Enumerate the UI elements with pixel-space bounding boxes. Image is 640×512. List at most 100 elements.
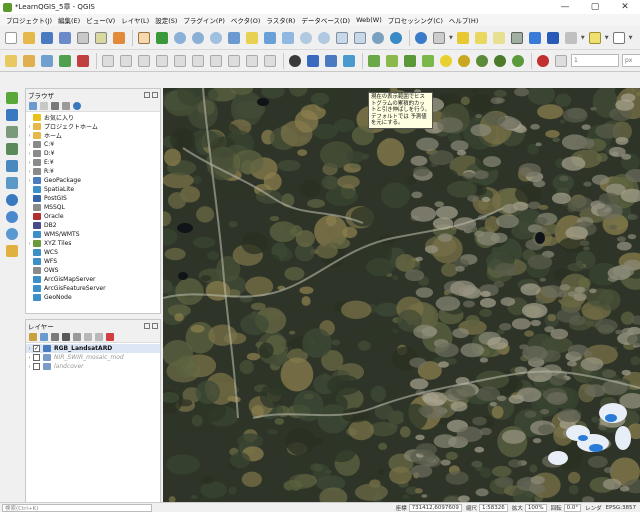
expand-arrow-icon[interactable]: › bbox=[26, 241, 33, 247]
layer-visibility-checkbox[interactable] bbox=[33, 363, 40, 370]
layout-manager-icon[interactable] bbox=[93, 30, 109, 46]
locator-search-input[interactable]: 検索(Ctrl+K) bbox=[2, 503, 152, 512]
menu-item[interactable]: ベクタ(O) bbox=[228, 15, 263, 25]
edits-icon[interactable] bbox=[3, 53, 19, 69]
render-checkbox[interactable]: レンダ bbox=[585, 504, 602, 512]
add-wcs-layer-icon[interactable] bbox=[3, 226, 21, 242]
close-button[interactable]: ✕ bbox=[610, 0, 640, 14]
browser-item[interactable]: OWS bbox=[26, 266, 160, 275]
add-group-icon[interactable] bbox=[40, 332, 48, 341]
menu-item[interactable]: ラスタ(R) bbox=[263, 15, 298, 25]
maximize-button[interactable]: ▢ bbox=[580, 0, 610, 14]
add-polygon-icon[interactable] bbox=[57, 53, 73, 69]
style-manager-icon[interactable] bbox=[111, 30, 127, 46]
move-label-icon[interactable] bbox=[262, 53, 278, 69]
browser-item[interactable]: › ホーム bbox=[26, 131, 160, 140]
browser-item[interactable]: DB2 bbox=[26, 221, 160, 230]
expand-arrow-icon[interactable]: › bbox=[26, 124, 33, 130]
add-raster-layer-icon[interactable] bbox=[3, 107, 21, 123]
close-panel-icon[interactable] bbox=[152, 322, 158, 329]
label-tool-icon[interactable] bbox=[208, 53, 224, 69]
decrease-contrast-icon[interactable] bbox=[492, 53, 508, 69]
georeferencer-icon[interactable] bbox=[323, 53, 339, 69]
refresh-icon[interactable] bbox=[29, 101, 37, 110]
local-cumulative-cut-icon[interactable] bbox=[420, 53, 436, 69]
new-3d-view-icon[interactable] bbox=[352, 30, 368, 46]
band-spinbox[interactable]: 1 bbox=[571, 54, 619, 67]
decrease-brightness-icon[interactable] bbox=[456, 53, 472, 69]
chevron-down-icon[interactable]: ▼ bbox=[449, 35, 453, 41]
map-tips-icon[interactable] bbox=[587, 30, 603, 46]
add-delimited-text-icon[interactable] bbox=[3, 141, 21, 157]
undo-icon[interactable] bbox=[172, 53, 188, 69]
cut-features-icon[interactable] bbox=[118, 53, 134, 69]
increase-gamma-icon[interactable] bbox=[510, 53, 526, 69]
chevron-down-icon[interactable]: ▼ bbox=[605, 35, 609, 41]
field-calculator-icon[interactable] bbox=[509, 30, 525, 46]
delete-selected-icon[interactable] bbox=[100, 53, 116, 69]
redo-icon[interactable] bbox=[190, 53, 206, 69]
browser-item[interactable]: › C:¥ bbox=[26, 140, 160, 149]
open-attribute-table-icon[interactable] bbox=[431, 30, 447, 46]
browser-item[interactable]: MSSQL bbox=[26, 203, 160, 212]
menu-item[interactable]: 編集(E) bbox=[55, 15, 83, 25]
zoom-native-icon[interactable] bbox=[280, 30, 296, 46]
unit-select[interactable]: px bbox=[622, 54, 640, 67]
layer-item[interactable]: › NIR_SWIR_mosaic_mod bbox=[26, 353, 160, 362]
pan-icon[interactable] bbox=[136, 30, 152, 46]
browser-item[interactable]: › D:¥ bbox=[26, 149, 160, 158]
expand-arrow-icon[interactable]: › bbox=[26, 346, 33, 352]
map-canvas[interactable] bbox=[163, 88, 640, 502]
expand-arrow-icon[interactable]: › bbox=[26, 355, 33, 361]
browser-item[interactable]: Oracle bbox=[26, 212, 160, 221]
annotation-tool-icon[interactable] bbox=[535, 53, 551, 69]
layout-item-icon[interactable] bbox=[553, 53, 569, 69]
add-vector-layer-icon[interactable] bbox=[3, 90, 21, 106]
zoom-rubberband-icon[interactable] bbox=[208, 30, 224, 46]
menu-item[interactable]: データベース(D) bbox=[298, 15, 353, 25]
menu-item[interactable]: プラグイン(P) bbox=[180, 15, 228, 25]
info-icon[interactable] bbox=[73, 101, 81, 110]
close-panel-icon[interactable] bbox=[152, 91, 158, 98]
expand-arrow-icon[interactable]: › bbox=[26, 151, 33, 157]
magnifier-field[interactable]: 100% bbox=[524, 503, 547, 512]
refresh-icon[interactable] bbox=[388, 30, 404, 46]
save-as-icon[interactable] bbox=[57, 30, 73, 46]
browser-item[interactable]: › XYZ Tiles bbox=[26, 239, 160, 248]
select-by-value-icon[interactable] bbox=[473, 30, 489, 46]
select-features-icon[interactable] bbox=[455, 30, 471, 46]
paste-features-icon[interactable] bbox=[154, 53, 170, 69]
layer-visibility-checkbox[interactable]: ✓ bbox=[33, 345, 40, 352]
filter-legend-icon[interactable] bbox=[62, 332, 70, 341]
layer-visibility-checkbox[interactable] bbox=[33, 354, 40, 361]
eye-icon[interactable] bbox=[51, 332, 59, 341]
filter-icon[interactable] bbox=[51, 101, 59, 110]
plugin-manager-icon[interactable] bbox=[341, 53, 357, 69]
gps-icon[interactable] bbox=[287, 53, 303, 69]
menu-item[interactable]: プロジェクト(J) bbox=[3, 15, 55, 25]
open-project-icon[interactable] bbox=[21, 30, 37, 46]
browser-item[interactable]: WMS/WMTS bbox=[26, 230, 160, 239]
add-wfs-layer-icon[interactable] bbox=[3, 209, 21, 225]
menu-item[interactable]: ヘルプ(H) bbox=[446, 15, 481, 25]
zoom-last-icon[interactable] bbox=[298, 30, 314, 46]
layer-item[interactable]: › landcover bbox=[26, 362, 160, 371]
browser-item[interactable]: お気に入り bbox=[26, 113, 160, 122]
browser-item[interactable]: › GeoPackage bbox=[26, 176, 160, 185]
menu-item[interactable]: ビュー(V) bbox=[83, 15, 118, 25]
identify-icon[interactable] bbox=[413, 30, 429, 46]
add-virtual-layer-icon[interactable] bbox=[3, 175, 21, 191]
browser-item[interactable]: › E:¥ bbox=[26, 158, 160, 167]
expand-all-icon[interactable] bbox=[84, 332, 92, 341]
coordinate-field[interactable]: 731412,6097609 bbox=[408, 503, 462, 512]
expand-arrow-icon[interactable]: › bbox=[26, 160, 33, 166]
expand-arrow-icon[interactable]: › bbox=[26, 178, 33, 184]
rotation-field[interactable]: 0.0° bbox=[563, 503, 582, 512]
browser-item[interactable]: ArcGisFeatureServer bbox=[26, 284, 160, 293]
layer-item[interactable]: › ✓ RGB_LandsatARD bbox=[26, 344, 160, 353]
copy-features-icon[interactable] bbox=[136, 53, 152, 69]
collapse-all-icon[interactable] bbox=[62, 101, 70, 110]
new-project-icon[interactable] bbox=[3, 30, 19, 46]
browser-item[interactable]: GeoNode bbox=[26, 293, 160, 302]
float-panel-icon[interactable] bbox=[144, 91, 150, 98]
